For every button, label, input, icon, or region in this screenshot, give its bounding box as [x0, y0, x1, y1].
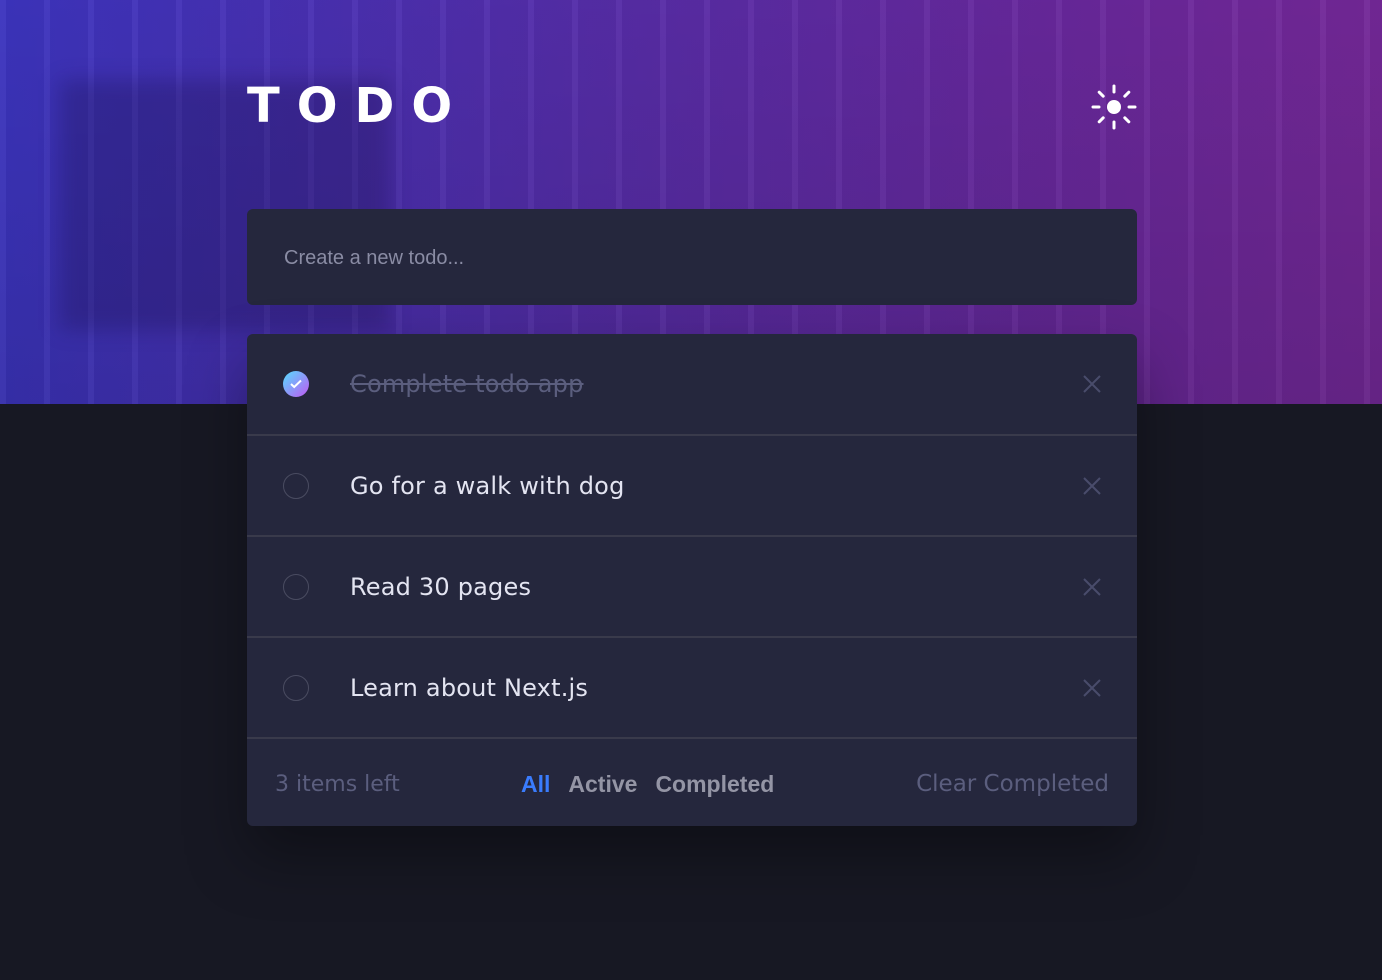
close-icon	[1083, 678, 1101, 697]
todo-text: Go for a walk with dog	[350, 471, 625, 500]
sun-icon	[1091, 84, 1137, 130]
new-todo-container	[247, 209, 1137, 307]
close-icon	[1083, 577, 1101, 596]
items-left-count: 3 items left	[275, 771, 400, 797]
theme-toggle-button[interactable]	[1090, 83, 1138, 131]
todo-checkbox[interactable]	[283, 674, 309, 701]
todo-checkbox-checked[interactable]	[283, 371, 309, 397]
todo-item[interactable]: Complete todo app	[247, 334, 1137, 436]
delete-todo-button[interactable]	[1081, 576, 1103, 598]
todo-item[interactable]: Go for a walk with dog	[247, 436, 1137, 537]
todo-text: Complete todo app	[350, 370, 584, 398]
clear-completed-button[interactable]: Clear Completed	[916, 771, 1109, 797]
checkmark-icon	[290, 379, 302, 389]
todo-list: Complete todo app Go for a walk with dog…	[247, 334, 1137, 826]
todo-text: Read 30 pages	[350, 572, 532, 601]
app-title: TODO	[247, 78, 470, 134]
filter-completed-button[interactable]: Completed	[655, 771, 774, 798]
filter-group: All Active Completed	[521, 771, 774, 798]
filter-active-button[interactable]: Active	[568, 771, 637, 798]
todo-checkbox[interactable]	[283, 472, 309, 499]
todo-item[interactable]: Read 30 pages	[247, 537, 1137, 638]
todo-checkbox[interactable]	[283, 573, 309, 600]
delete-todo-button[interactable]	[1081, 677, 1103, 699]
filter-all-button[interactable]: All	[521, 771, 550, 798]
close-icon	[1083, 476, 1101, 495]
todo-text: Learn about Next.js	[350, 673, 589, 702]
todo-footer: 3 items left All Active Completed Clear …	[247, 742, 1137, 826]
todo-item[interactable]: Learn about Next.js	[247, 638, 1137, 739]
delete-todo-button[interactable]	[1081, 373, 1103, 395]
new-todo-input[interactable]	[282, 209, 1106, 307]
close-icon	[1083, 375, 1101, 393]
delete-todo-button[interactable]	[1081, 475, 1103, 497]
